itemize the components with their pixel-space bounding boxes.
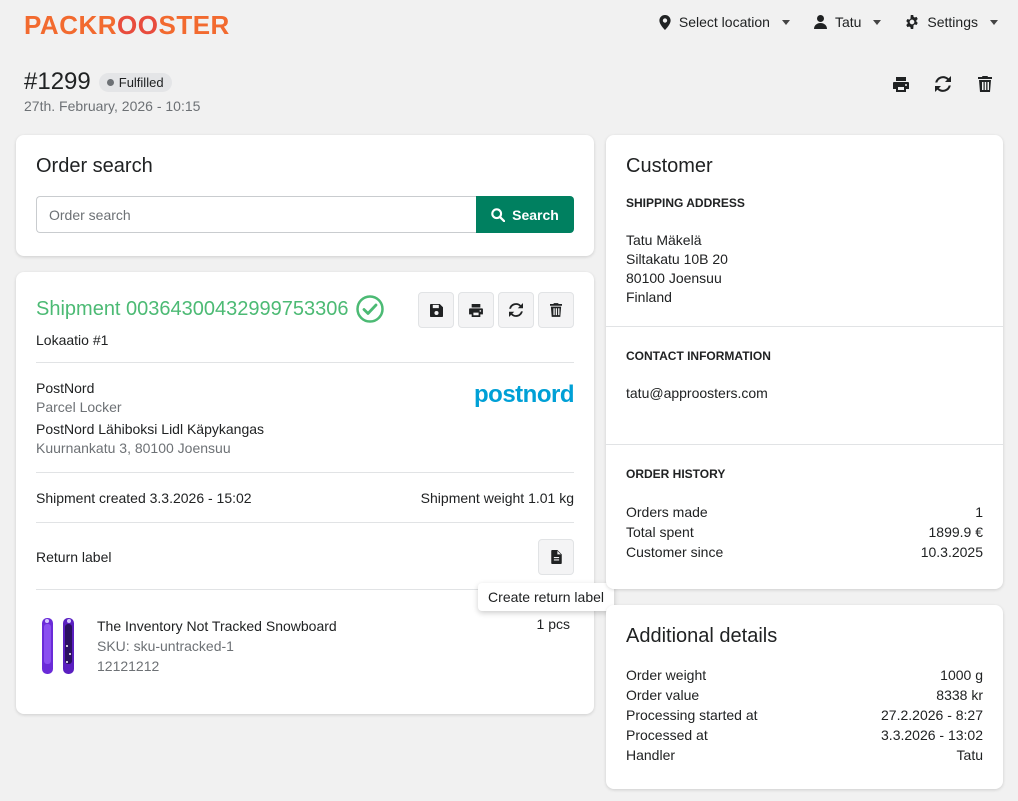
order-search-title: Order search xyxy=(36,155,153,177)
additional-details-title: Additional details xyxy=(626,625,778,647)
customer-card: Customer SHIPPING ADDRESS Tatu Mäkelä Si… xyxy=(606,135,1003,589)
trash-icon xyxy=(550,303,562,317)
additional-details-card: Additional details Order weight 1000 g Or… xyxy=(606,605,1003,789)
search-button[interactable]: Search xyxy=(476,196,574,233)
shipment-card: Shipment 00364300432999753306 Lokaatio #… xyxy=(16,272,614,714)
check-circle-icon xyxy=(355,295,384,323)
order-search-card: Order search Search xyxy=(16,135,594,256)
shipment-meta: Shipment created 3.3.2026 - 15:02 Shipme… xyxy=(36,473,574,522)
user-icon xyxy=(813,15,827,29)
shipment-location: Lokaatio #1 xyxy=(36,332,109,348)
carrier-service: Parcel Locker xyxy=(36,399,122,415)
top-bar: PACKROOSTER Select location Tatu Setting… xyxy=(0,0,1018,50)
contact-info-label: CONTACT INFORMATION xyxy=(626,349,771,363)
refresh-shipment-button[interactable] xyxy=(498,292,534,328)
customer-title: Customer xyxy=(626,155,713,177)
chevron-down-icon xyxy=(990,19,998,25)
pickup-point-name: PostNord Lähiboksi Lidl Käpykangas xyxy=(36,421,265,437)
status-dot-icon xyxy=(106,78,114,86)
address-line: 80100 Joensuu xyxy=(626,270,722,286)
status-label: Fulfilled xyxy=(118,74,164,90)
status-badge: Fulfilled xyxy=(98,72,172,92)
delete-order-button[interactable] xyxy=(976,75,994,93)
user-name: Tatu xyxy=(834,14,862,30)
delete-shipment-button[interactable] xyxy=(538,292,574,328)
carrier-info: PostNord Parcel Locker PostNord Lähiboks… xyxy=(36,363,574,472)
detail-row: Order weight 1000 g xyxy=(626,667,983,683)
shipping-address-label: SHIPPING ADDRESS xyxy=(626,196,745,210)
carrier-name: PostNord xyxy=(36,380,95,396)
search-icon xyxy=(491,207,506,222)
address-line: Finland xyxy=(626,289,672,305)
print-order-button[interactable] xyxy=(892,75,910,93)
shipment-title-text: Shipment 00364300432999753306 xyxy=(36,297,349,320)
refresh-order-button[interactable] xyxy=(934,75,952,93)
details-list: Order weight 1000 g Order value 8338 kr Pr… xyxy=(626,665,983,765)
pickup-point-address: Kuurnankatu 3, 80100 Joensuu xyxy=(36,440,231,456)
packrooster-logo[interactable]: PACKROOSTER xyxy=(24,10,230,40)
detail-row: Order value 8338 kr xyxy=(626,687,983,703)
customer-email[interactable]: tatu@approosters.com xyxy=(626,384,983,403)
order-history-label: ORDER HISTORY xyxy=(626,467,726,481)
shipment-weight: Shipment weight 1.01 kg xyxy=(420,490,574,506)
shipment-title: Shipment 00364300432999753306 xyxy=(36,294,385,324)
print-shipment-button[interactable] xyxy=(458,292,494,328)
return-label-text: Return label xyxy=(36,549,112,565)
tooltip: Create return label xyxy=(478,583,614,611)
product-code: 12121212 xyxy=(97,658,160,674)
map-pin-icon xyxy=(659,14,671,30)
order-history: Orders made 1 Total spent 1899.9 € Custome… xyxy=(626,502,983,562)
history-row: Orders made 1 xyxy=(626,504,983,520)
print-icon xyxy=(893,76,909,92)
product-sku: SKU: sku-untracked-1 xyxy=(97,638,234,654)
location-label: Select location xyxy=(678,14,770,30)
order-date: 27th. February, 2026 - 10:15 xyxy=(24,98,201,114)
trash-icon xyxy=(978,76,992,92)
sync-icon xyxy=(935,76,951,92)
file-icon xyxy=(550,550,562,564)
chevron-down-icon xyxy=(781,19,790,25)
return-label-row: Return label Create return label xyxy=(36,523,614,611)
chevron-down-icon xyxy=(873,19,882,25)
postnord-logo: postnord xyxy=(474,381,574,408)
product-quantity: 1 pcs xyxy=(536,616,570,632)
product-name: The Inventory Not Tracked Snowboard xyxy=(97,618,337,634)
detail-row: Processed at 3.3.2026 - 13:02 xyxy=(626,727,983,743)
gear-icon xyxy=(906,15,919,29)
detail-row: Processing started at 27.2.2026 - 8:27 xyxy=(626,707,983,723)
save-shipment-button[interactable] xyxy=(418,292,454,328)
location-selector[interactable]: Select location xyxy=(659,14,790,30)
address-line: Tatu Mäkelä xyxy=(626,232,702,248)
settings-menu[interactable]: Settings xyxy=(905,14,998,30)
history-row: Total spent 1899.9 € xyxy=(626,524,983,540)
shipping-address: Tatu Mäkelä Siltakatu 10B 20 80100 Joens… xyxy=(626,231,983,307)
detail-row: Handler Tatu xyxy=(626,747,983,763)
address-line: Siltakatu 10B 20 xyxy=(626,251,728,267)
create-return-label-button[interactable] xyxy=(538,539,574,575)
shipment-created: Shipment created 3.3.2026 - 15:02 xyxy=(36,490,252,506)
order-actions xyxy=(892,75,994,93)
user-menu[interactable]: Tatu xyxy=(813,14,882,30)
order-search-input[interactable] xyxy=(36,196,476,233)
order-header: #1299 Fulfilled 27th. February, 2026 - 1… xyxy=(24,68,200,114)
save-icon xyxy=(429,303,443,317)
print-icon xyxy=(469,303,483,317)
sync-icon xyxy=(509,303,523,317)
settings-label: Settings xyxy=(927,14,978,30)
history-row: Customer since 10.3.2025 xyxy=(626,544,983,560)
product-thumbnail xyxy=(38,616,78,676)
search-button-label: Search xyxy=(512,206,559,223)
order-number: #1299 xyxy=(24,68,91,95)
